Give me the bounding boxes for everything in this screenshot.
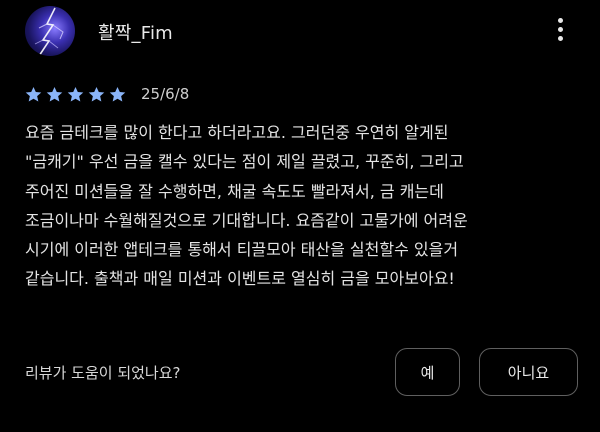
reviewer-avatar (25, 6, 75, 56)
review-text-line: "금캐기" 우선 금을 캘수 있다는 점이 제일 끌렸고, 꾸준히, 그리고 (25, 152, 464, 172)
review-text-line: 시기에 이러한 앱테크를 통해서 티끌모아 태산을 실천할수 있을거 (25, 240, 459, 260)
rating-row: 25/6/8 (24, 83, 189, 105)
review-text: 요즘 금테크를 많이 한다고 하더라고요. 그러던중 우연히 알게된 "금캐기"… (25, 118, 585, 294)
review-text-line: 조금이나마 수월해질것으로 기대합니다. 요즘같이 고물가에 어려운 (25, 210, 468, 230)
review-text-line: 주어진 미션들을 잘 수행하면, 채굴 속도도 빨라져서, 금 캐는데 (25, 181, 444, 201)
reviewer-name: 활짝_Fim (98, 23, 173, 44)
star-icon (67, 86, 84, 102)
helpful-question: 리뷰가 도움이 되었나요? (25, 364, 181, 382)
star-icon (109, 86, 126, 102)
helpful-no-button[interactable]: 아니요 (479, 348, 578, 396)
star-rating (24, 85, 127, 104)
more-vert-icon[interactable] (550, 12, 572, 48)
star-icon (25, 86, 42, 102)
review-date: 25/6/8 (141, 85, 190, 103)
lightning-avatar-icon (34, 7, 64, 56)
review-text-line: 같습니다. 출책과 매일 미션과 이벤트로 열심히 금을 모아보아요! (25, 269, 455, 289)
review-text-line: 요즘 금테크를 많이 한다고 하더라고요. 그러던중 우연히 알게된 (25, 123, 449, 142)
star-icon (46, 86, 63, 102)
star-icon (88, 86, 105, 102)
helpful-yes-button[interactable]: 예 (395, 348, 460, 396)
